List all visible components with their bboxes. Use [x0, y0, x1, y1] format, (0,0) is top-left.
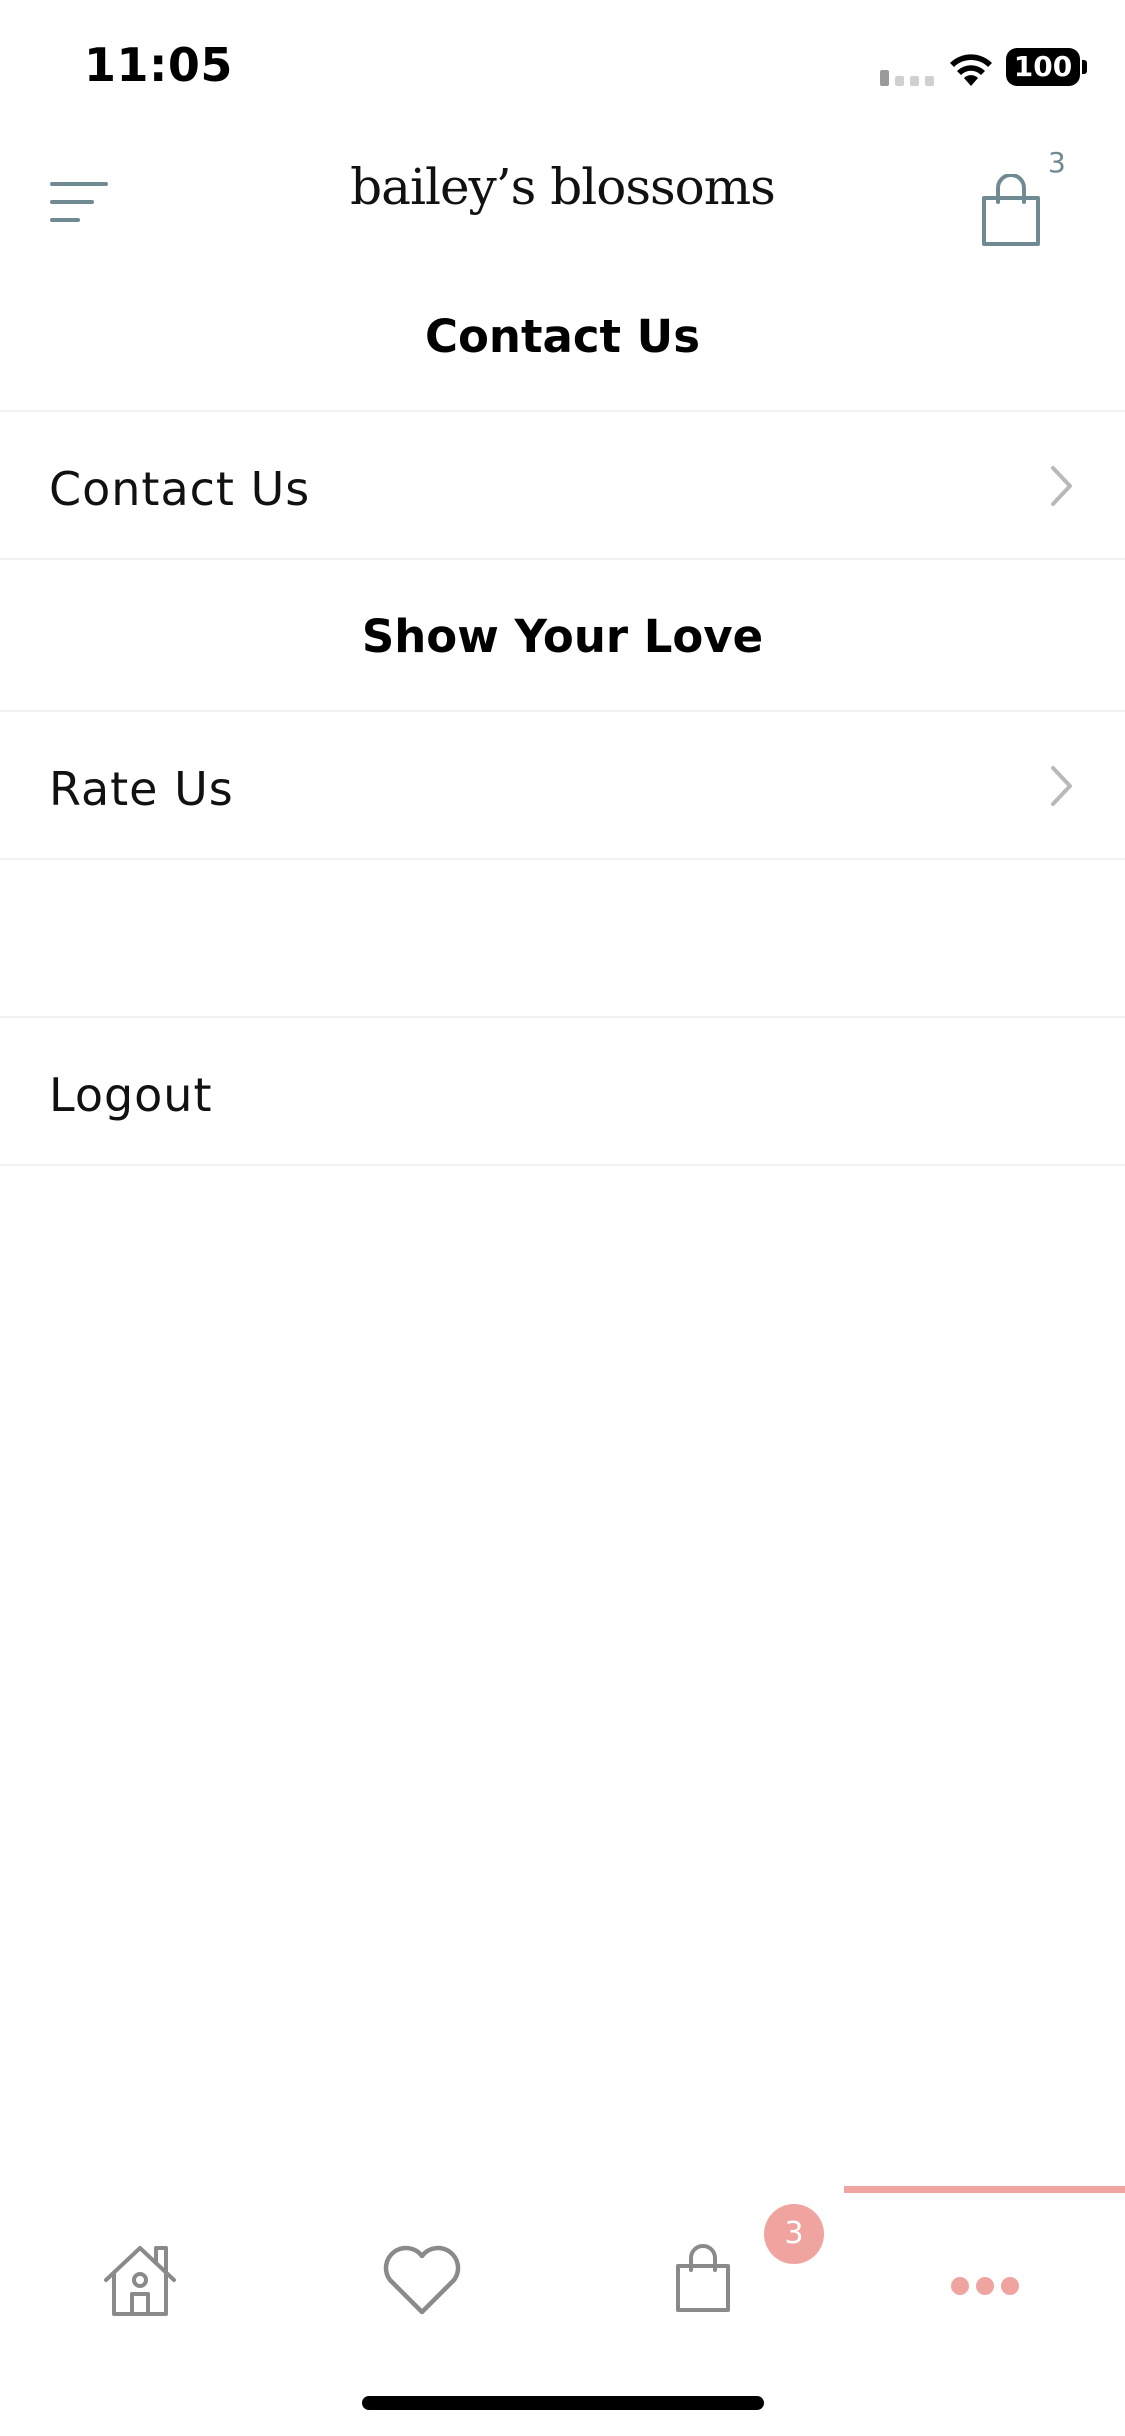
- cart-count: 3: [1048, 146, 1066, 179]
- more-icon: [951, 2277, 1019, 2295]
- home-indicator: [362, 2396, 764, 2410]
- shopping-bag-icon: [982, 174, 1040, 246]
- screen: 11:05 100 bailey’s blossoms 3 Contact Us…: [0, 0, 1125, 2436]
- logout-label: Logout: [49, 1068, 213, 1122]
- status-time: 11:05: [84, 38, 233, 92]
- battery-indicator: 100: [1006, 48, 1080, 86]
- shopping-bag-icon: [676, 2244, 730, 2312]
- rate-us-label: Rate Us: [49, 762, 234, 816]
- section-header-love: Show Your Love: [361, 610, 764, 663]
- brand-logo: bailey’s blossoms: [350, 158, 776, 216]
- contact-us-label: Contact Us: [49, 462, 311, 516]
- chevron-right-icon: [1051, 466, 1072, 506]
- home-icon: [104, 2246, 176, 2316]
- menu-line-bottom: [50, 218, 80, 222]
- tab-home[interactable]: [0, 2220, 281, 2350]
- active-tab-indicator: [844, 2186, 1125, 2193]
- rate-us-row[interactable]: Rate Us: [0, 710, 1125, 860]
- section-header-contact: Contact Us: [424, 310, 701, 363]
- contact-us-row[interactable]: Contact Us: [0, 410, 1125, 560]
- wifi-icon: [950, 54, 992, 86]
- chevron-right-icon: [1051, 766, 1072, 806]
- status-bar: 11:05 100: [0, 0, 1125, 130]
- cart-badge: 3: [764, 2204, 824, 2264]
- cellular-signal-icon: [880, 70, 934, 86]
- logout-row[interactable]: Logout: [0, 1016, 1125, 1166]
- app-header: bailey’s blossoms 3: [0, 130, 1125, 260]
- battery-nub: [1082, 60, 1087, 74]
- tab-favorites[interactable]: [281, 2220, 562, 2350]
- tab-more[interactable]: [844, 2220, 1125, 2350]
- heart-icon: [383, 2245, 461, 2315]
